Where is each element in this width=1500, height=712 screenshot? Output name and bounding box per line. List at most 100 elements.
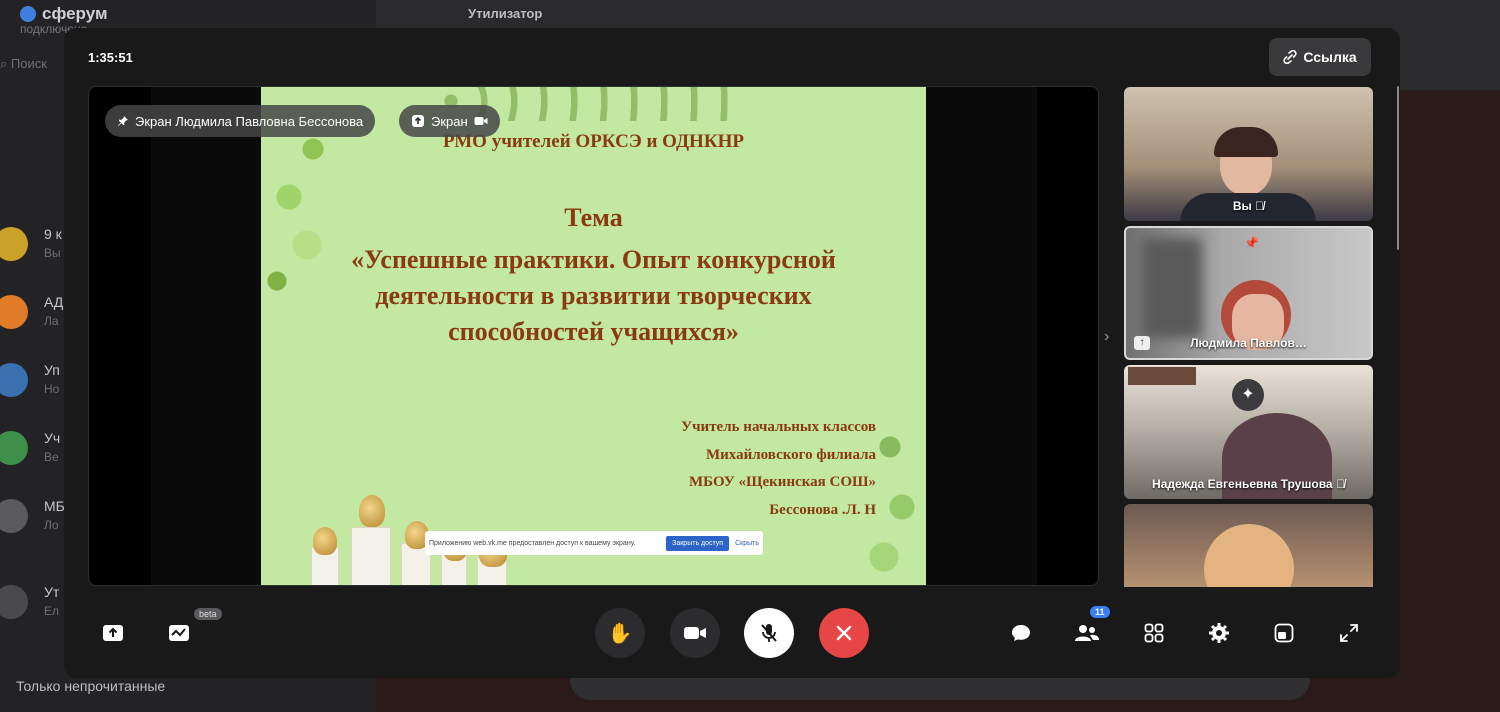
pin-icon	[118, 116, 128, 126]
chat-item[interactable]: Уп Но	[0, 358, 64, 402]
screen-share-stage[interactable]: РМО учителей ОРКСЭ и ОДНКНР Тема «Успешн…	[88, 86, 1099, 586]
participant-tile[interactable]: Вы 🎙̸	[1124, 87, 1373, 221]
slide-author-line: Бессонова .Л. Н	[769, 502, 876, 518]
participant-name: Людмила Павлов…	[1190, 336, 1307, 350]
avatar	[0, 363, 28, 397]
participants-icon	[1075, 625, 1099, 641]
chat-name: Ут	[44, 584, 60, 600]
screen-share-notice: Приложению web.vk.me предоставлен доступ…	[425, 531, 763, 555]
chat-preview: Ел	[44, 604, 60, 618]
mic-off-icon: 🎙̸	[1255, 199, 1265, 213]
background-object	[1142, 238, 1202, 338]
slide-topic-label: Тема	[564, 203, 623, 232]
share-screen-icon	[103, 625, 123, 641]
hide-notice-link[interactable]: Скрыть	[735, 540, 759, 547]
avatar	[1204, 524, 1294, 587]
picture-frame	[1128, 367, 1196, 385]
logo-icon	[20, 6, 36, 22]
unread-filter-toggle[interactable]: Только непрочитанные	[16, 678, 165, 694]
layout-button[interactable]	[1269, 618, 1299, 648]
chat-item[interactable]: МБ Ло	[0, 494, 65, 538]
participant-name-text: Надежда Евгеньевна Трушова	[1152, 477, 1333, 491]
grid-icon	[1144, 623, 1164, 643]
camera-icon	[684, 627, 706, 639]
mic-off-icon: 🎙̸	[1335, 477, 1345, 491]
fullscreen-icon	[1340, 624, 1358, 642]
chevron-right-icon[interactable]: ›	[1104, 328, 1109, 346]
stop-sharing-button[interactable]: Закрыть доступ	[666, 535, 730, 551]
chat-name: Уп	[44, 362, 60, 378]
chat-preview: Ло	[44, 518, 59, 532]
participant-tile[interactable]	[1124, 504, 1373, 587]
brand-name: сферум	[42, 4, 108, 23]
participant-name: Вы 🎙̸	[1124, 199, 1373, 213]
screen-chip-label: Экран	[431, 113, 468, 129]
search-icon: ⌕	[0, 56, 11, 71]
participant-name-text: Вы	[1232, 199, 1252, 213]
avatar	[0, 295, 28, 329]
pinned-screen-chip[interactable]: Экран Людмила Павловна Бессонова	[105, 105, 376, 137]
chat-button[interactable]	[1006, 618, 1036, 648]
settings-button[interactable]	[1204, 618, 1234, 648]
camera-icon	[474, 117, 488, 125]
chat-item[interactable]: 9 к Вы	[0, 222, 64, 266]
chat-preview: Но	[44, 382, 60, 396]
chat-title: Утилизатор	[468, 6, 543, 21]
slide-author-line: Михайловского филиала	[706, 447, 876, 463]
slide-topic-line: деятельности в развитии творческих	[375, 281, 812, 310]
participant-tile[interactable]: 📌 ↑ Людмила Павлов…	[1124, 226, 1373, 360]
chat-item[interactable]: Ут Ел	[0, 580, 64, 624]
mic-off-icon	[761, 624, 777, 642]
slide-topic-line: способностей учащихся»	[448, 317, 739, 346]
camera-button[interactable]	[670, 608, 720, 658]
link-label: Ссылка	[1303, 49, 1357, 65]
participants-count-badge: 11	[1090, 606, 1110, 618]
fullscreen-button[interactable]	[1334, 618, 1364, 648]
chat-name: Уч	[44, 430, 61, 446]
avatar	[0, 431, 28, 465]
chat-name: МБ	[44, 498, 65, 514]
slide-author-line: МБОУ «Щекинская СОШ»	[688, 474, 876, 490]
call-window: 1:35:51 Ссылка РМО учителей ОРКСЭ и ОДНК…	[64, 28, 1400, 678]
settings-icon	[1209, 623, 1229, 643]
search-input[interactable]: ⌕ Поиск	[0, 56, 47, 72]
raise-hand-button[interactable]: ✋	[595, 608, 645, 658]
chat-preview: Ве	[44, 450, 59, 464]
chat-preview: Вы	[44, 246, 61, 260]
participant-tile[interactable]: ✦ Надежда Евгеньевна Трушова 🎙̸	[1124, 365, 1373, 499]
avatar	[0, 499, 28, 533]
link-button[interactable]: Ссылка	[1269, 38, 1371, 76]
avatar	[0, 585, 28, 619]
tiles-scrollbar[interactable]	[1397, 86, 1399, 250]
participants-button[interactable]	[1072, 618, 1102, 648]
raise-hand-icon: ✋	[607, 622, 633, 645]
hair-shape	[1214, 127, 1278, 157]
chat-item[interactable]: АД Ла	[0, 290, 64, 334]
share-screen-icon	[412, 115, 424, 127]
pinned-chip-label: Экран Людмила Павловна Бессонова	[135, 113, 364, 129]
avatar	[0, 227, 28, 261]
call-toolbar: beta ✋ 11	[64, 606, 1400, 658]
chat-preview: Ла	[44, 314, 59, 328]
search-placeholder: Поиск	[10, 56, 47, 71]
participants-panel: Вы 🎙̸ 📌 ↑ Людмила Павлов… ✦ Надежда Евге…	[1124, 87, 1373, 587]
layout-icon	[1274, 623, 1294, 643]
effects-button[interactable]	[164, 618, 194, 648]
screen-chip[interactable]: Экран	[399, 105, 500, 137]
chat-item[interactable]: Уч Ве	[0, 426, 64, 470]
chat-name: 9 к	[44, 226, 62, 242]
grid-view-button[interactable]	[1139, 618, 1169, 648]
call-timer: 1:35:51	[88, 50, 133, 65]
end-call-icon	[836, 625, 852, 641]
app-logo: сферум	[20, 4, 108, 24]
share-screen-button[interactable]	[98, 618, 128, 648]
notice-text: Приложению web.vk.me предоставлен доступ…	[429, 539, 636, 547]
effects-icon	[169, 625, 189, 641]
slide-author-line: Учитель начальных классов	[681, 419, 876, 435]
chat-icon	[1012, 625, 1030, 641]
participant-name: Надежда Евгеньевна Трушова 🎙̸	[1124, 477, 1373, 491]
pin-icon[interactable]: 📌	[1244, 236, 1259, 250]
microphone-button[interactable]	[744, 608, 794, 658]
end-call-button[interactable]	[819, 608, 869, 658]
sparkle-icon: ✦	[1232, 379, 1264, 411]
